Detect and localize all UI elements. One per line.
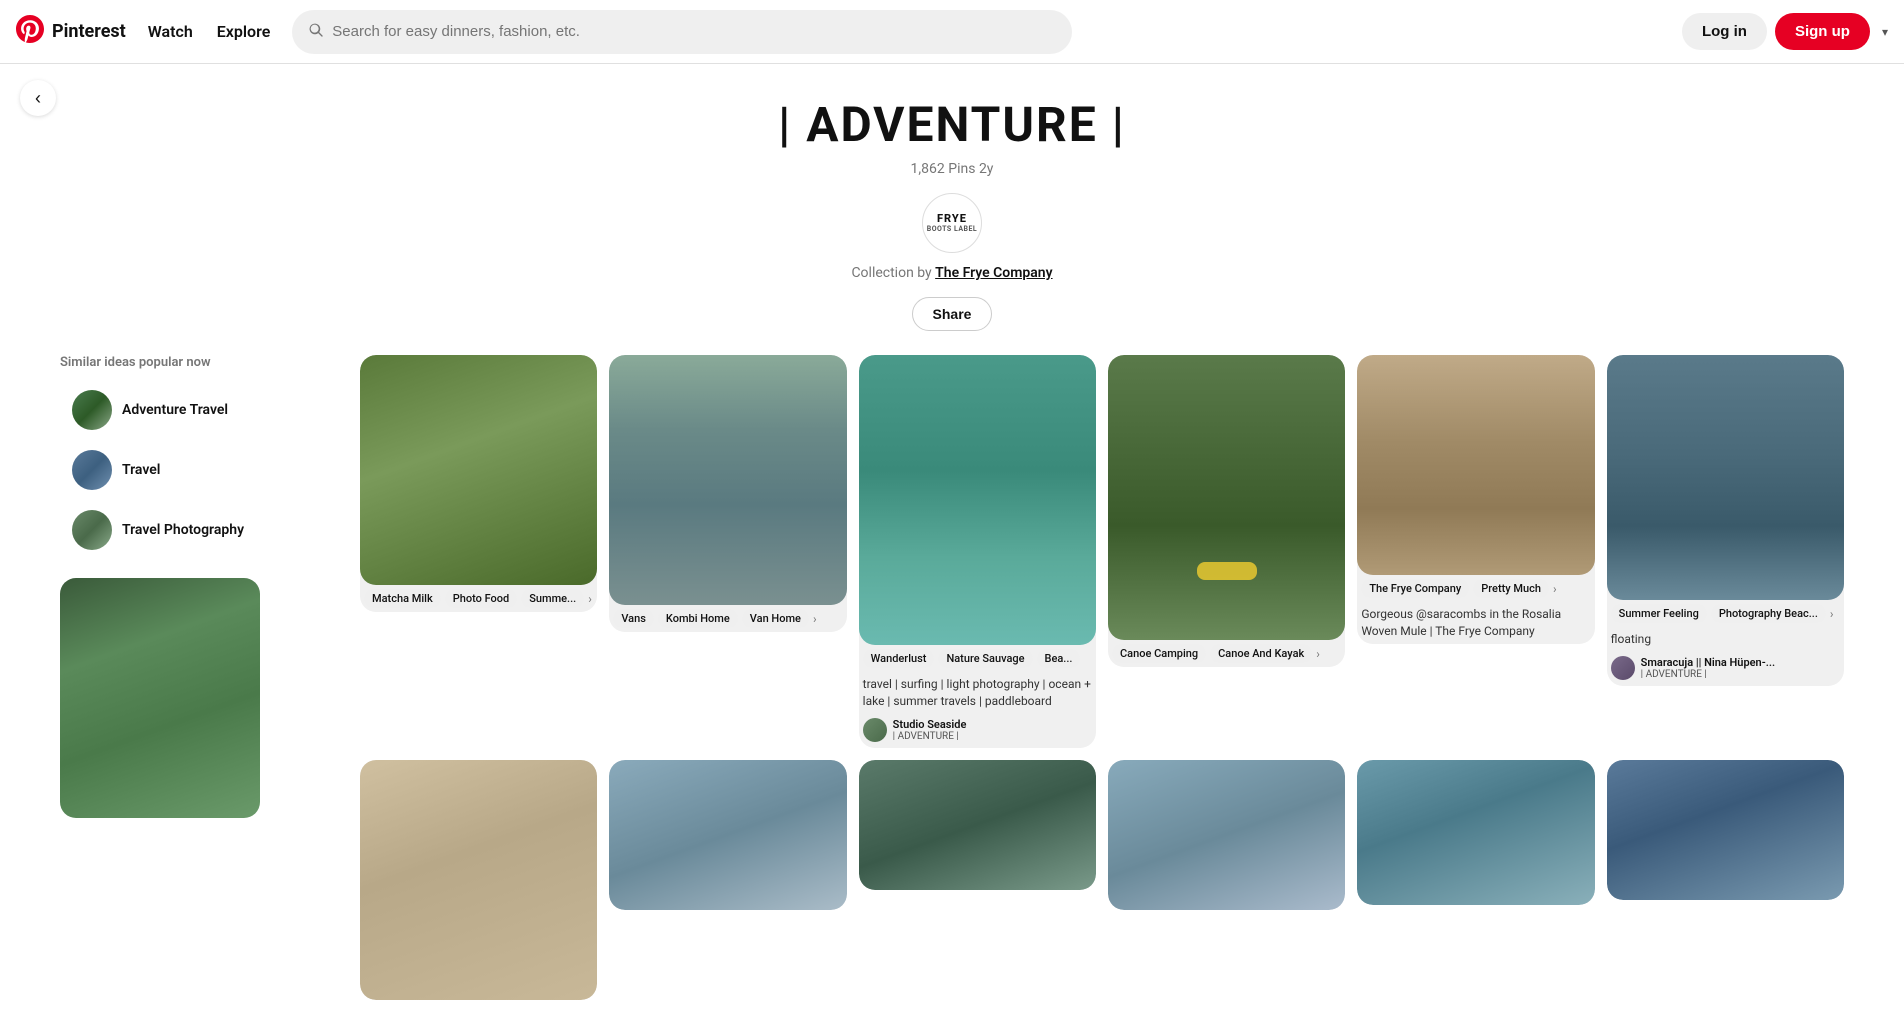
sidebar-item-label: Adventure Travel xyxy=(122,402,228,418)
pins-area: Matcha Milk Photo Food Summe... › Vans K… xyxy=(340,355,1844,1000)
pin-card[interactable]: Vans Kombi Home Van Home › xyxy=(609,355,846,632)
pin-tag[interactable]: Van Home xyxy=(742,609,809,628)
board-age: 2y xyxy=(979,161,994,177)
pin-card[interactable] xyxy=(1357,760,1594,905)
pin-board: | ADVENTURE | xyxy=(893,731,967,742)
search-icon xyxy=(308,22,324,42)
pin-more-tags[interactable]: › xyxy=(1316,647,1320,661)
search-input[interactable] xyxy=(332,23,1056,40)
pin-tag[interactable]: Summe... xyxy=(521,589,584,608)
pin-card[interactable] xyxy=(609,760,846,910)
sidebar-item-adventure-travel[interactable]: Adventure Travel xyxy=(60,382,340,438)
similar-ideas-title: Similar ideas popular now xyxy=(60,355,340,370)
header: Pinterest Watch Explore Log in Sign up ▾ xyxy=(0,0,1904,64)
sidebar-item-label: Travel Photography xyxy=(122,522,244,538)
pin-tag[interactable]: Wanderlust xyxy=(863,649,935,668)
pin-username[interactable]: Studio Seaside xyxy=(893,718,967,731)
pin-user: Studio Seaside | ADVENTURE | xyxy=(859,714,1096,748)
search-bar[interactable] xyxy=(292,10,1072,54)
header-right: Log in Sign up ▾ xyxy=(1682,13,1888,50)
sidebar-item-travel[interactable]: Travel xyxy=(60,442,340,498)
sidebar-large-image[interactable] xyxy=(60,578,260,818)
pin-avatar xyxy=(863,718,887,742)
share-button[interactable]: Share xyxy=(912,297,993,331)
board-meta: 1,862 Pins 2y xyxy=(0,161,1904,177)
pin-tags: The Frye Company Pretty Much › xyxy=(1357,575,1594,602)
pin-more-tags[interactable]: › xyxy=(1830,607,1834,621)
pin-tag[interactable]: Canoe Camping xyxy=(1112,644,1206,663)
pin-more-tags[interactable]: › xyxy=(1553,582,1557,596)
content-area: Similar ideas popular now Adventure Trav… xyxy=(0,355,1904,1020)
pin-tag[interactable]: Kombi Home xyxy=(658,609,738,628)
board-logo-text: FRYE BOOTS LABEL xyxy=(927,212,977,234)
pin-card[interactable]: Matcha Milk Photo Food Summe... › xyxy=(360,355,597,612)
pin-card[interactable]: Wanderlust Nature Sauvage Bea... travel … xyxy=(859,355,1096,748)
pin-tag[interactable]: Summer Feeling xyxy=(1611,604,1707,623)
pin-tag[interactable]: Photo Food xyxy=(445,589,518,608)
pin-card[interactable] xyxy=(859,760,1096,890)
pin-tag[interactable]: Matcha Milk xyxy=(364,589,441,608)
pin-tags: Vans Kombi Home Van Home › xyxy=(609,605,846,632)
sidebar-item-label: Travel xyxy=(122,462,160,478)
signup-button[interactable]: Sign up xyxy=(1775,13,1870,50)
pin-card[interactable]: The Frye Company Pretty Much › Gorgeous … xyxy=(1357,355,1594,644)
pin-tags: Canoe Camping Canoe And Kayak › xyxy=(1108,640,1345,667)
pin-tag[interactable]: Photography Beac... xyxy=(1711,604,1826,623)
pin-tags: Matcha Milk Photo Food Summe... › xyxy=(360,585,597,612)
pin-more-tags[interactable]: › xyxy=(588,592,592,606)
pin-tag[interactable]: Pretty Much xyxy=(1473,579,1549,598)
board-header: | ADVENTURE | 1,862 Pins 2y FRYE BOOTS L… xyxy=(0,64,1904,355)
nav-watch[interactable]: Watch xyxy=(138,16,203,47)
pin-avatar xyxy=(1611,656,1635,680)
pin-tag[interactable]: The Frye Company xyxy=(1361,579,1469,598)
main-nav: Watch Explore xyxy=(138,22,281,41)
chevron-down-icon[interactable]: ▾ xyxy=(1882,25,1888,39)
pinterest-logo-icon xyxy=(16,15,44,48)
logo[interactable]: Pinterest xyxy=(16,15,126,48)
pin-description: travel | surfing | light photography | o… xyxy=(859,672,1096,714)
pin-tag[interactable]: Canoe And Kayak xyxy=(1210,644,1312,663)
logo-text: Pinterest xyxy=(52,21,126,42)
pin-description: floating xyxy=(1607,627,1844,652)
nav-explore[interactable]: Explore xyxy=(207,16,281,47)
pin-user: Smaracuja || Nina Hüpen-... | ADVENTURE … xyxy=(1607,652,1844,686)
pin-tags: Summer Feeling Photography Beac... › xyxy=(1607,600,1844,627)
board-logo[interactable]: FRYE BOOTS LABEL xyxy=(922,193,982,253)
sidebar-item-travel-photography[interactable]: Travel Photography xyxy=(60,502,340,558)
pins-grid-row1: Matcha Milk Photo Food Summe... › Vans K… xyxy=(360,355,1844,748)
pin-card[interactable] xyxy=(1108,760,1345,910)
pin-card[interactable]: Canoe Camping Canoe And Kayak › xyxy=(1108,355,1345,667)
pin-description: Gorgeous @saracombs in the Rosalia Woven… xyxy=(1357,602,1594,644)
travel-photo-thumb xyxy=(72,510,112,550)
collection-by: Collection by The Frye Company xyxy=(0,265,1904,281)
pin-username[interactable]: Smaracuja || Nina Hüpen-... xyxy=(1641,656,1775,669)
pin-board: | ADVENTURE | xyxy=(1641,669,1775,680)
main: | ADVENTURE | 1,862 Pins 2y FRYE BOOTS L… xyxy=(0,0,1904,1020)
left-sidebar: Similar ideas popular now Adventure Trav… xyxy=(60,355,340,1000)
collection-owner-link[interactable]: The Frye Company xyxy=(935,265,1052,281)
pins-grid-row2 xyxy=(360,760,1844,1000)
back-button[interactable]: ‹ xyxy=(20,80,56,116)
pin-card[interactable] xyxy=(1607,760,1844,900)
pin-tag[interactable]: Bea... xyxy=(1037,649,1081,668)
pin-tags: Wanderlust Nature Sauvage Bea... xyxy=(859,645,1096,672)
adventure-travel-thumb xyxy=(72,390,112,430)
login-button[interactable]: Log in xyxy=(1682,13,1767,50)
pin-tag[interactable]: Nature Sauvage xyxy=(938,649,1032,668)
board-title: | ADVENTURE | xyxy=(0,96,1904,153)
travel-thumb xyxy=(72,450,112,490)
pin-more-tags[interactable]: › xyxy=(813,612,817,626)
pin-card[interactable]: Summer Feeling Photography Beac... › flo… xyxy=(1607,355,1844,686)
pin-tag[interactable]: Vans xyxy=(613,609,654,628)
pin-card[interactable] xyxy=(360,760,597,1000)
pins-count: 1,862 Pins xyxy=(911,161,976,177)
